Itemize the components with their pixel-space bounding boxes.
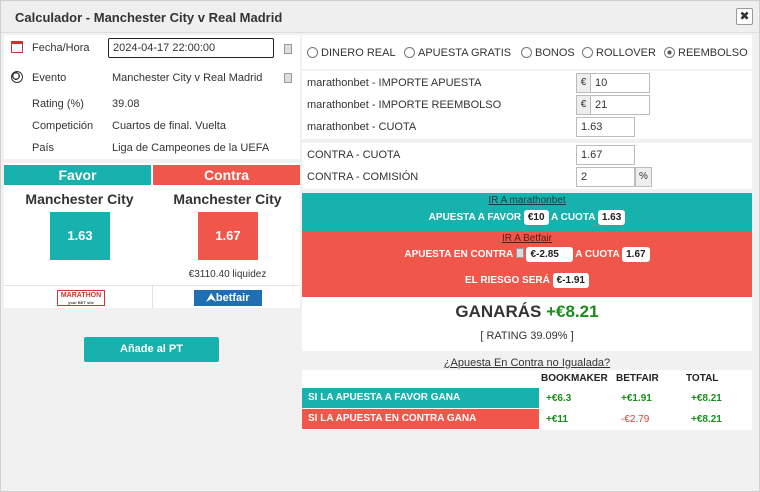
col-bookmaker: BOOKMAKER xyxy=(541,373,608,384)
importe-reembolso-label: marathonbet - IMPORTE REEMBOLSO xyxy=(307,99,502,111)
rating-value: 39.08 xyxy=(112,98,140,110)
event-info-panel: Fecha/Hora 2024-04-17 22:00:00 Evento Ma… xyxy=(4,35,300,159)
calculator-dialog: Calculador - Manchester City v Real Madr… xyxy=(0,0,760,492)
contra-comision-input[interactable]: 2 xyxy=(576,167,635,187)
contra-odds-chip: 1.67 xyxy=(622,247,650,262)
fecha-input[interactable]: 2024-04-17 22:00:00 xyxy=(108,38,274,58)
pais-row: País Liga de Campeones de la UEFA xyxy=(4,138,300,160)
pais-value: Liga de Campeones de la UEFA xyxy=(112,142,270,154)
row-contra-gana: SI LA APUESTA EN CONTRA GANA xyxy=(302,409,539,429)
contra-team: Manchester City xyxy=(173,191,282,207)
contra-odds-box: 1.67 xyxy=(198,212,258,260)
contra-header: Contra xyxy=(153,165,300,185)
betfair-logo[interactable]: ⮝betfair xyxy=(194,290,262,306)
result-line: GANARÁS +€8.21 xyxy=(302,302,752,322)
cuota-input[interactable]: 1.63 xyxy=(576,117,635,137)
radio-dinero-real[interactable]: DINERO REAL xyxy=(307,47,396,59)
fecha-row: Fecha/Hora 2024-04-17 22:00:00 xyxy=(4,38,300,60)
pais-label: País xyxy=(32,142,55,154)
radio-reembolso[interactable]: REEMBOLSO xyxy=(664,47,748,59)
close-button[interactable]: ✖ xyxy=(736,8,753,25)
copy-icon[interactable] xyxy=(284,73,292,83)
competicion-value: Cuartos de final. Vuelta xyxy=(112,120,226,132)
evento-label: Evento xyxy=(32,72,67,84)
copy-icon[interactable] xyxy=(515,248,524,258)
radio-dot[interactable] xyxy=(307,47,318,58)
contra-comision-label: CONTRA - COMISIÓN xyxy=(307,171,419,183)
cell-betfair: -€2.79 xyxy=(621,414,650,425)
rating-row: Rating (%) 39.08 xyxy=(4,94,300,116)
cuota-label: marathonbet - CUOTA xyxy=(307,121,417,133)
evento-row: Evento Manchester City v Real Madrid xyxy=(4,68,300,90)
cell-total: +€8.21 xyxy=(691,393,722,404)
favor-team: Manchester City xyxy=(25,191,134,207)
radio-apuesta-gratis[interactable]: APUESTA GRATIS xyxy=(404,47,511,59)
favor-header: Favor xyxy=(4,165,151,185)
contra-cuota-label: CONTRA - CUOTA xyxy=(307,149,401,161)
risk-chip: €-1.91 xyxy=(552,273,589,288)
risk-line: EL RIESGO SERÁ €-1.91 xyxy=(302,273,752,288)
radio-dot[interactable] xyxy=(521,47,532,58)
radio-dot-selected[interactable] xyxy=(664,47,675,58)
title-bar: Calculador - Manchester City v Real Madr… xyxy=(1,1,759,33)
go-marathonbet-link[interactable]: IR A marathonbet xyxy=(302,195,752,206)
importe-reembolso-input[interactable]: 21 xyxy=(590,95,650,115)
favor-stake-chip: €10 xyxy=(523,210,549,225)
unmatched-link[interactable]: ¿Apuesta En Contra no Igualada? xyxy=(302,357,752,369)
rating-label: Rating (%) xyxy=(32,98,84,110)
contra-band: IR A Betfair APUESTA EN CONTRA €-2.85 A … xyxy=(302,231,752,297)
copy-icon[interactable] xyxy=(284,44,292,54)
betfair-arrow-icon: ⮝ xyxy=(206,292,216,304)
radio-dot[interactable] xyxy=(404,47,415,58)
radio-rollover[interactable]: ROLLOVER xyxy=(582,47,656,59)
fecha-label: Fecha/Hora xyxy=(32,42,90,54)
competicion-row: Competición Cuartos de final. Vuelta xyxy=(4,116,300,138)
result-label: GANARÁS xyxy=(455,302,542,321)
row-favor-gana: SI LA APUESTA A FAVOR GANA xyxy=(302,388,539,408)
calendar-icon xyxy=(11,41,23,53)
importe-apuesta-label: marathonbet - IMPORTE APUESTA xyxy=(307,77,482,89)
favor-odds-chip: 1.63 xyxy=(597,210,626,225)
favor-odds-box: 1.63 xyxy=(50,212,110,260)
radio-dot[interactable] xyxy=(582,47,593,58)
contra-liquidity: €3110.40 liquidez xyxy=(188,269,267,280)
cell-bookmaker: +€6.3 xyxy=(546,393,572,404)
favor-instruction: APUESTA A FAVOR €10 A CUOTA 1.63 xyxy=(302,210,752,225)
radio-bonos[interactable]: BONOS xyxy=(521,47,575,59)
result-value: +€8.21 xyxy=(546,302,599,321)
add-to-pt-button[interactable]: Añade al PT xyxy=(84,337,219,362)
favor-band: IR A marathonbet APUESTA A FAVOR €10 A C… xyxy=(302,193,752,231)
go-betfair-link[interactable]: IR A Betfair xyxy=(302,233,752,244)
contra-stake-chip: €-2.85 xyxy=(526,247,573,262)
competicion-label: Competición xyxy=(32,120,94,132)
cell-betfair: +€1.91 xyxy=(621,393,652,404)
contra-cuota-input[interactable]: 1.67 xyxy=(576,145,635,165)
importe-apuesta-input[interactable]: 10 xyxy=(590,73,650,93)
cell-total: +€8.21 xyxy=(691,414,722,425)
divider xyxy=(152,285,153,308)
football-icon xyxy=(11,71,23,83)
contra-instruction: APUESTA EN CONTRA €-2.85 A CUOTA 1.67 xyxy=(302,247,752,262)
currency-prefix: € xyxy=(576,95,591,115)
col-betfair: BETFAIR xyxy=(616,373,659,384)
rating-result: [ RATING 39.09% ] xyxy=(480,330,574,342)
evento-value: Manchester City v Real Madrid xyxy=(112,72,263,84)
percent-suffix: % xyxy=(635,167,652,187)
dialog-title: Calculador - Manchester City v Real Madr… xyxy=(15,10,283,25)
marathon-logo[interactable]: MARATHON your BET site xyxy=(57,290,105,306)
cell-bookmaker: +€11 xyxy=(546,414,568,425)
col-total: TOTAL xyxy=(686,373,719,384)
currency-prefix: € xyxy=(576,73,591,93)
